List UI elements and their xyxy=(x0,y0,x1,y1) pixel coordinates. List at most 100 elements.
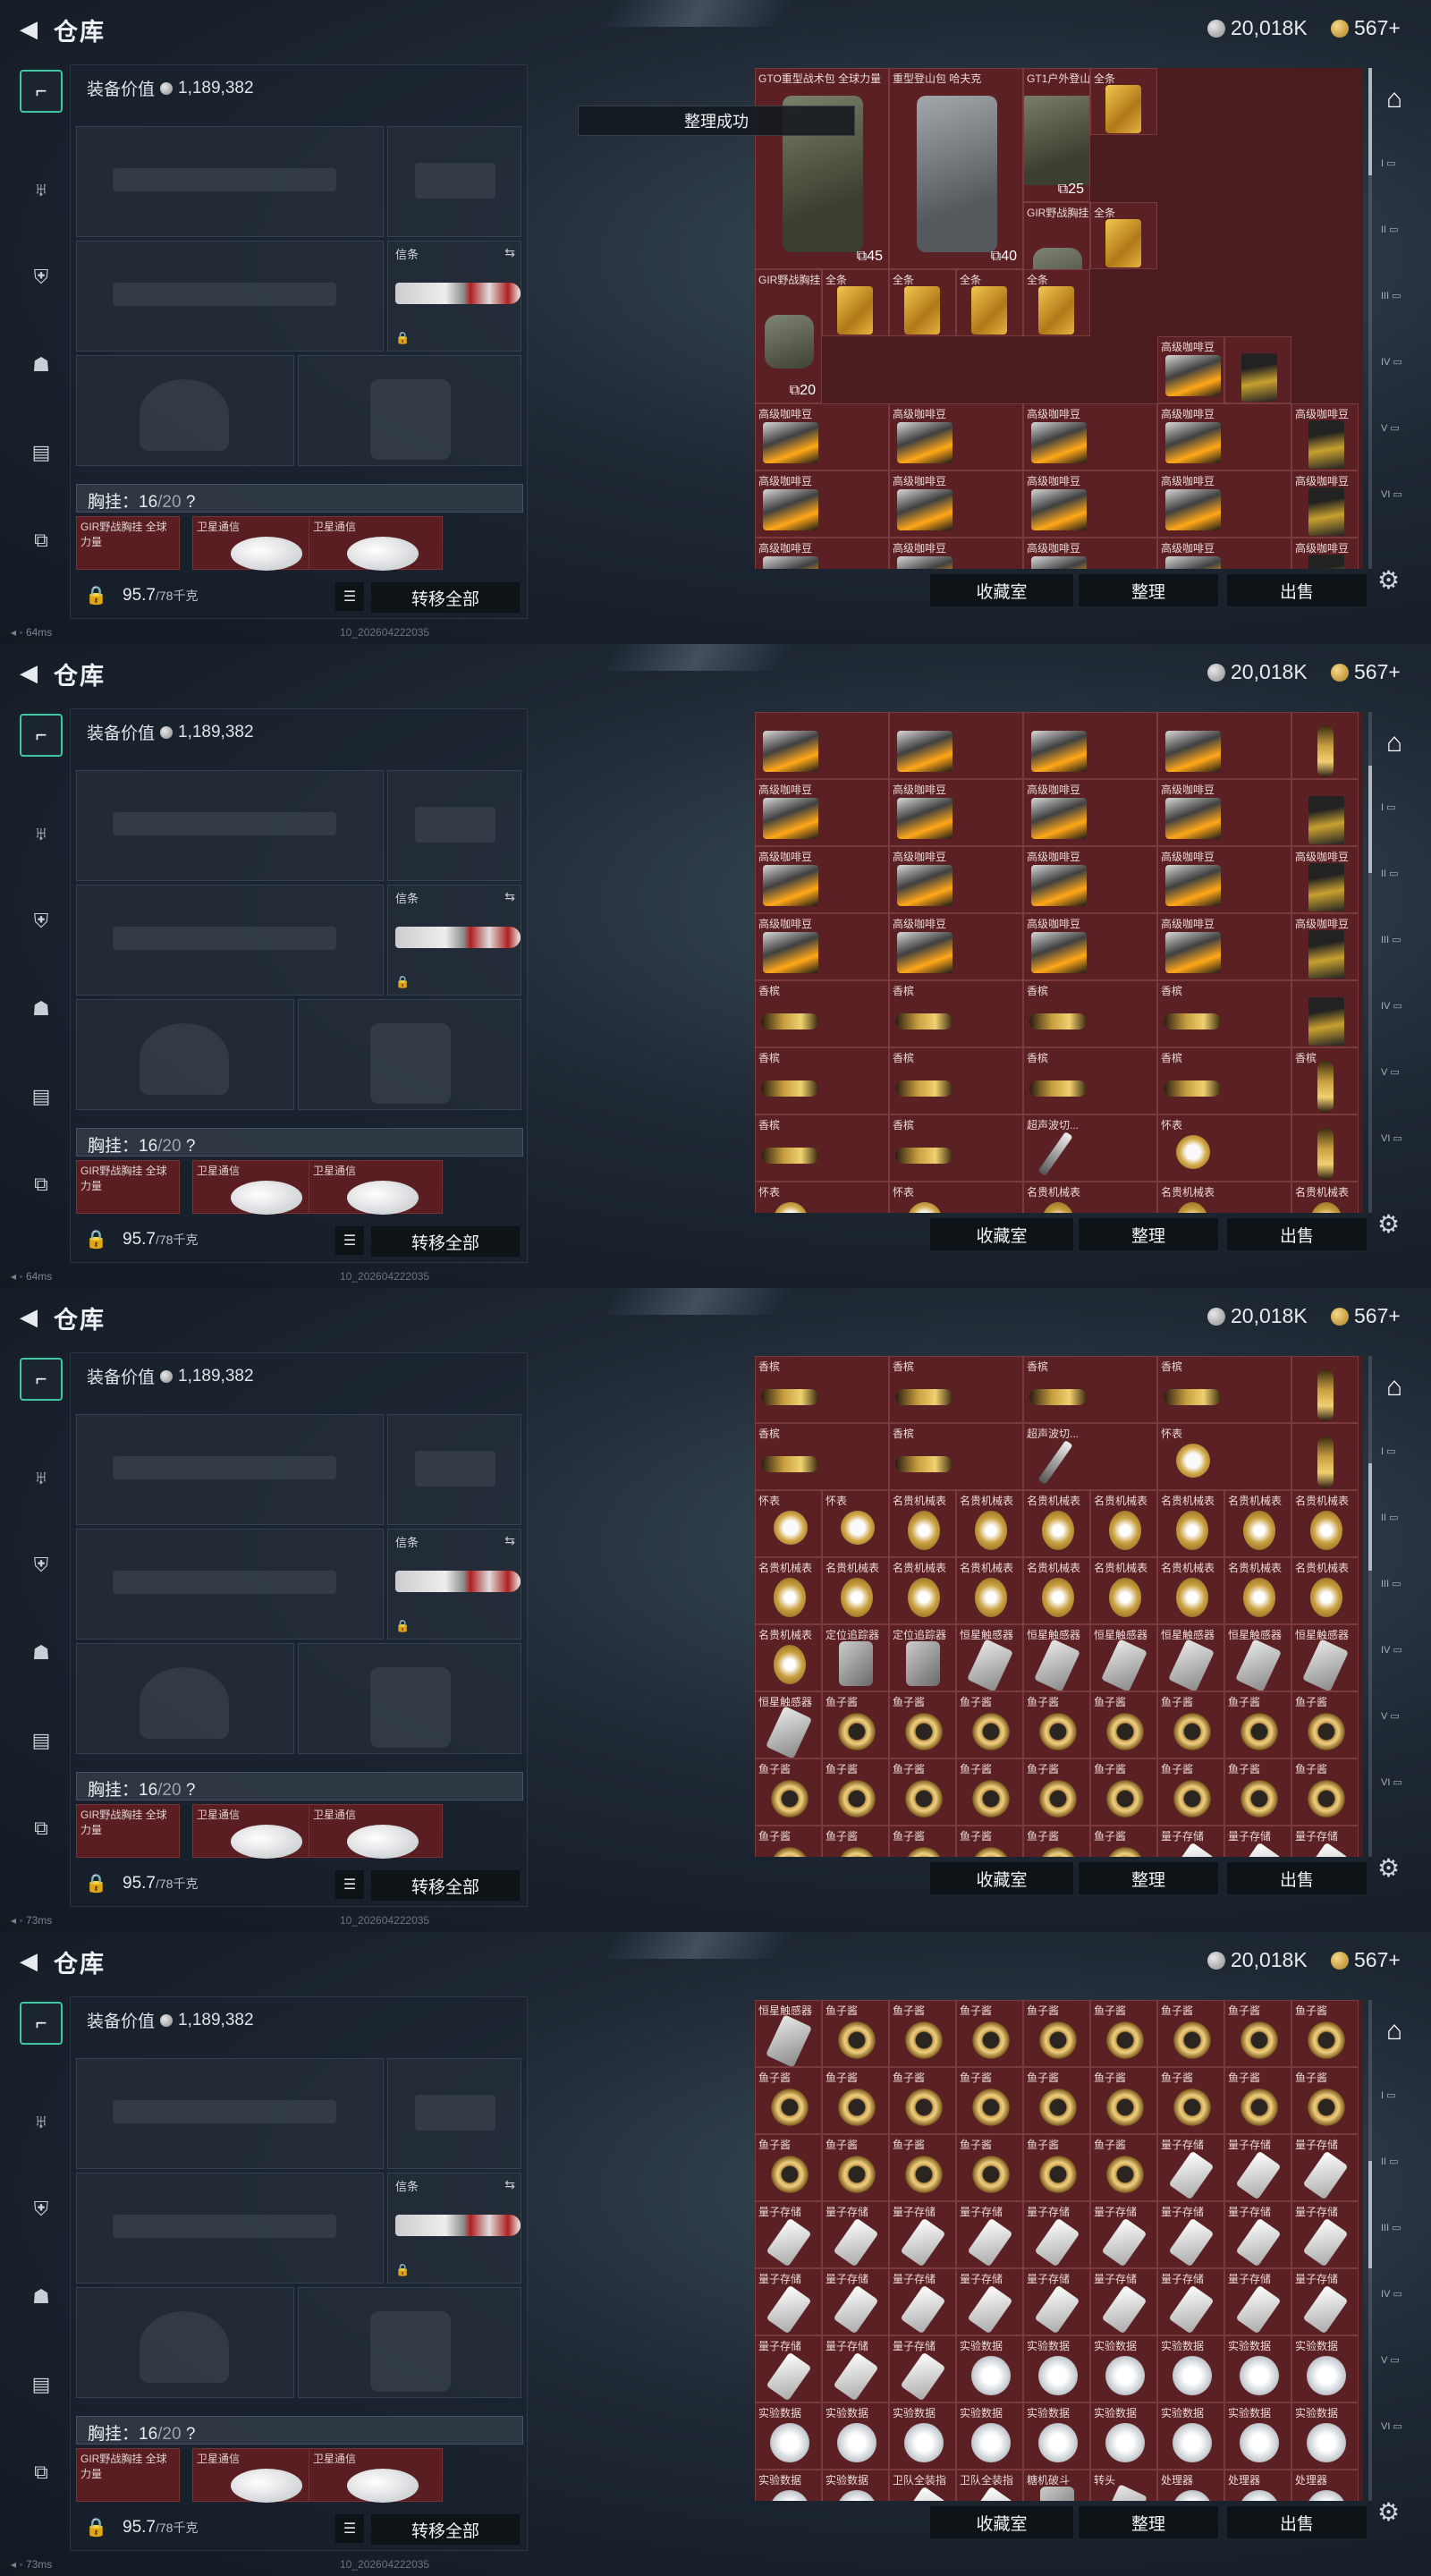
storage-item[interactable]: 量子存储 xyxy=(889,2335,956,2402)
storage-item[interactable]: 名贵机械表 xyxy=(1023,1182,1157,1213)
storage-item[interactable]: 超声波切... xyxy=(1023,1423,1157,1490)
storage-item[interactable]: 鱼子酱 xyxy=(822,1758,889,1826)
collection-room-button[interactable]: 收藏室 xyxy=(930,1862,1073,1894)
storage-page-tab[interactable]: IV ▭ xyxy=(1381,2288,1420,2324)
storage-item[interactable]: 鱼子酱 xyxy=(1157,2067,1224,2134)
storage-item[interactable]: 高级咖啡豆 xyxy=(1157,538,1291,569)
helmet-slot[interactable] xyxy=(76,2287,294,2398)
storage-item[interactable]: 高级咖啡豆 xyxy=(1157,779,1291,846)
storage-item[interactable]: 糖机破斗 xyxy=(1023,2470,1090,2501)
helmet-tab[interactable]: ⛨ xyxy=(20,2188,63,2231)
storage-item[interactable]: 实验数据 xyxy=(1157,2335,1224,2402)
storage-page-tab[interactable]: III ▭ xyxy=(1381,1578,1420,1614)
storage-item[interactable]: 实验数据 xyxy=(1090,2402,1157,2470)
helmet-tab[interactable]: ⛨ xyxy=(20,1544,63,1587)
gold-currency[interactable]: 567+ xyxy=(1331,660,1401,684)
sidearm-slot[interactable] xyxy=(387,770,521,881)
storage-item[interactable]: 鱼子酱 xyxy=(1090,1758,1157,1826)
storage-item[interactable]: 量子存储 xyxy=(1291,2134,1359,2201)
silver-currency[interactable]: 20,018K xyxy=(1207,660,1308,684)
storage-page-tab[interactable]: VI ▭ xyxy=(1381,2420,1420,2456)
helmet-tab[interactable]: ⛨ xyxy=(20,256,63,299)
storage-item[interactable]: 实验数据 xyxy=(1090,2335,1157,2402)
storage-item[interactable]: 鱼子酱 xyxy=(1090,2000,1157,2067)
warehouse-home-icon[interactable]: ⌂ xyxy=(1386,728,1426,764)
secondary-weapon-slot[interactable] xyxy=(76,2173,384,2284)
scroll-thumb[interactable] xyxy=(1368,1463,1372,1571)
storage-item[interactable] xyxy=(1023,712,1157,779)
storage-item[interactable]: 高级咖啡豆 xyxy=(755,470,889,538)
storage-item[interactable]: 鱼子酱 xyxy=(755,1826,822,1857)
list-view-button[interactable]: ☰ xyxy=(335,1226,364,1255)
storage-page-tab[interactable]: V ▭ xyxy=(1381,1710,1420,1746)
storage-item[interactable]: 实验数据 xyxy=(1224,2335,1291,2402)
swap-icon[interactable]: ⇆ xyxy=(504,2177,515,2192)
storage-item[interactable]: 量子存储 xyxy=(1157,2268,1224,2335)
storage-item[interactable]: 恒星触感器 xyxy=(1090,1624,1157,1691)
scroll-thumb[interactable] xyxy=(1368,766,1372,873)
chest-rig-slot[interactable]: 卫星通信 xyxy=(309,1160,443,1215)
storage-item[interactable]: 量子存储 xyxy=(1291,1826,1359,1857)
storage-item[interactable]: 香槟 xyxy=(1157,980,1291,1047)
storage-item[interactable]: 香槟 xyxy=(889,1356,1023,1423)
storage-item[interactable]: 名贵机械表 xyxy=(1224,1490,1291,1557)
storage-item[interactable]: 名贵机械表 xyxy=(889,1557,956,1624)
storage-item[interactable]: 鱼子酱 xyxy=(956,2000,1023,2067)
armor-tab[interactable]: ♅ xyxy=(20,2100,63,2143)
chest-rig-slot[interactable]: 卫星通信 xyxy=(192,1804,326,1859)
storage-item[interactable]: 鱼子酱 xyxy=(956,1691,1023,1758)
storage-item[interactable] xyxy=(1291,779,1359,846)
collection-room-button[interactable]: 收藏室 xyxy=(930,2506,1073,2538)
storage-item[interactable]: 鱼子酱 xyxy=(1023,2134,1090,2201)
storage-item[interactable]: 怀表 xyxy=(822,1490,889,1557)
storage-item[interactable] xyxy=(1291,980,1359,1047)
storage-item[interactable]: 转头 xyxy=(1090,2470,1157,2501)
toolbox-tab[interactable]: ⧉ xyxy=(20,1163,63,1206)
storage-item[interactable]: 定位追踪器 xyxy=(822,1624,889,1691)
storage-item[interactable]: 香槟 xyxy=(755,1047,889,1114)
storage-page-tab[interactable]: IV ▭ xyxy=(1381,356,1420,392)
storage-scrollbar[interactable] xyxy=(1368,68,1372,569)
melee-slot[interactable]: 信条 ⇆ 🔒 xyxy=(387,885,521,996)
storage-item[interactable]: 高级咖啡豆 xyxy=(1157,913,1291,980)
storage-item[interactable]: 香槟 xyxy=(889,1114,1023,1182)
storage-item[interactable]: 全条 xyxy=(889,269,956,336)
storage-item[interactable]: 名贵机械表 xyxy=(1291,1182,1359,1213)
storage-page-tab[interactable]: II ▭ xyxy=(1381,224,1420,259)
silver-currency[interactable]: 20,018K xyxy=(1207,1304,1308,1328)
case-tab[interactable]: ▤ xyxy=(20,431,63,474)
storage-item[interactable]: 量子存储 xyxy=(1157,1826,1224,1857)
storage-item[interactable]: 香槟 xyxy=(889,980,1023,1047)
storage-item[interactable]: 鱼子酱 xyxy=(889,2000,956,2067)
chest-rig-slot[interactable]: GIR野战胸挂 全球力量 xyxy=(76,1804,180,1858)
storage-page-tab[interactable]: V ▭ xyxy=(1381,422,1420,458)
storage-item[interactable]: 香槟 xyxy=(755,1423,889,1490)
backpack-tab[interactable]: ☗ xyxy=(20,2275,63,2318)
armor-tab[interactable]: ♅ xyxy=(20,168,63,211)
storage-item[interactable]: 高级咖啡豆 xyxy=(889,403,1023,470)
secondary-weapon-slot[interactable] xyxy=(76,885,384,996)
storage-item[interactable]: 实验数据 xyxy=(755,2470,822,2501)
storage-page-tab[interactable]: I ▭ xyxy=(1381,801,1420,837)
transfer-all-button[interactable]: 转移全部 xyxy=(371,2514,520,2545)
storage-item[interactable]: 恒星触感器 xyxy=(1023,1624,1090,1691)
storage-item[interactable]: 名贵机械表 xyxy=(1090,1490,1157,1557)
storage-item[interactable]: 量子存储 xyxy=(822,2335,889,2402)
storage-item[interactable]: 名贵机械表 xyxy=(1023,1557,1090,1624)
storage-item[interactable]: 恒星触感器 xyxy=(755,2000,822,2067)
storage-page-tab[interactable]: VI ▭ xyxy=(1381,488,1420,524)
storage-item[interactable]: 高级咖啡豆 xyxy=(1157,336,1224,403)
storage-item[interactable]: 实验数据 xyxy=(1291,2335,1359,2402)
settings-gear-icon[interactable]: ⚙ xyxy=(1377,1853,1400,1883)
storage-item[interactable]: 实验数据 xyxy=(1224,2402,1291,2470)
storage-item[interactable]: 鱼子酱 xyxy=(755,2067,822,2134)
storage-item[interactable]: 卫队全装指 xyxy=(889,2470,956,2501)
storage-item[interactable]: 高级咖啡豆 xyxy=(1157,403,1291,470)
warehouse-home-icon[interactable]: ⌂ xyxy=(1386,2016,1426,2052)
storage-item[interactable]: 名贵机械表 xyxy=(1090,1557,1157,1624)
storage-item[interactable]: 名贵机械表 xyxy=(956,1557,1023,1624)
storage-item[interactable]: 鱼子酱 xyxy=(1023,2067,1090,2134)
storage-item[interactable]: 鱼子酱 xyxy=(956,2134,1023,2201)
storage-scrollbar[interactable] xyxy=(1368,712,1372,1213)
storage-item[interactable]: 香槟 xyxy=(755,1356,889,1423)
